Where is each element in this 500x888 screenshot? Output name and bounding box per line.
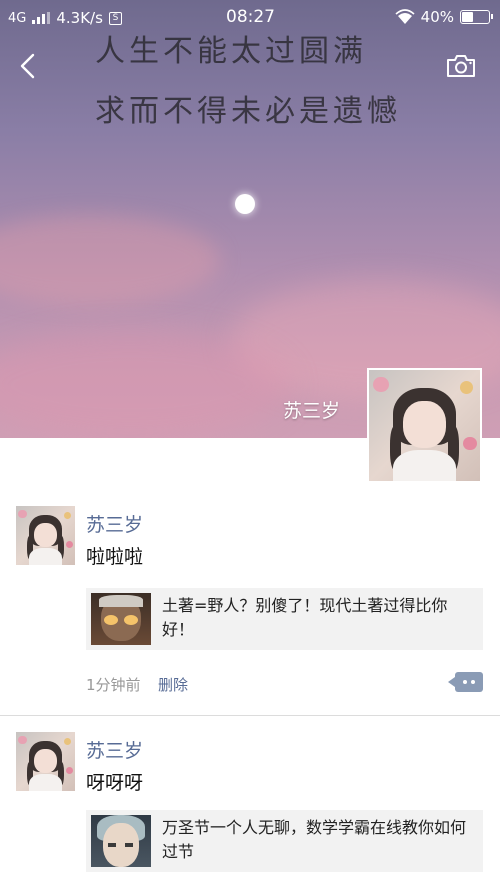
profile-name[interactable]: 苏三岁 bbox=[283, 396, 340, 423]
post-text: 呀呀呀 bbox=[86, 772, 144, 794]
avatar[interactable] bbox=[16, 732, 75, 791]
article-thumbnail bbox=[91, 815, 151, 867]
moon-decoration bbox=[235, 194, 255, 214]
camera-icon[interactable] bbox=[446, 54, 476, 78]
moment-post: 苏三岁 呀呀呀 万圣节一个人无聊，数学学霸在线教你如何过节 bbox=[0, 718, 500, 888]
signal-icon bbox=[32, 12, 51, 24]
post-timestamp: 1分钟前 bbox=[86, 676, 141, 694]
moment-post: 苏三岁 啦啦啦 土著=野人？别傻了！现代土著过得比你好！ 1分钟前 删除 bbox=[0, 496, 500, 716]
network-speed: 4.3K/s bbox=[56, 9, 103, 27]
delete-link[interactable]: 删除 bbox=[158, 674, 188, 695]
cloud-decoration bbox=[0, 215, 220, 305]
battery-icon bbox=[460, 10, 493, 24]
avatar[interactable] bbox=[16, 506, 75, 565]
wifi-icon bbox=[395, 9, 415, 24]
article-title: 土著=野人？别傻了！现代土著过得比你好！ bbox=[162, 596, 448, 639]
article-thumbnail bbox=[91, 593, 151, 645]
avatar-image bbox=[16, 732, 75, 791]
post-author-name[interactable]: 苏三岁 bbox=[86, 736, 143, 763]
sim-icon: S bbox=[108, 11, 122, 25]
cover-quote-line2: 求而不得未必是遗憾 bbox=[95, 94, 401, 129]
status-bar: 4G 4.3K/s S 08:27 40% bbox=[0, 0, 500, 36]
network-type: 4G bbox=[8, 10, 27, 26]
status-time: 08:27 bbox=[226, 7, 275, 27]
post-text: 啦啦啦 bbox=[86, 546, 144, 568]
post-author-name[interactable]: 苏三岁 bbox=[86, 510, 143, 537]
article-title: 万圣节一个人无聊，数学学霸在线教你如何过节 bbox=[162, 818, 467, 861]
back-icon[interactable] bbox=[16, 52, 40, 80]
avatar-image bbox=[16, 506, 75, 565]
profile-avatar[interactable] bbox=[367, 368, 482, 483]
battery-fill bbox=[462, 12, 474, 22]
avatar-image bbox=[369, 370, 480, 481]
battery-percent: 40% bbox=[420, 8, 454, 26]
more-icon[interactable] bbox=[448, 672, 483, 692]
shared-article-card[interactable]: 土著=野人？别傻了！现代土著过得比你好！ bbox=[86, 588, 483, 650]
shared-article-card[interactable]: 万圣节一个人无聊，数学学霸在线教你如何过节 bbox=[86, 810, 483, 872]
